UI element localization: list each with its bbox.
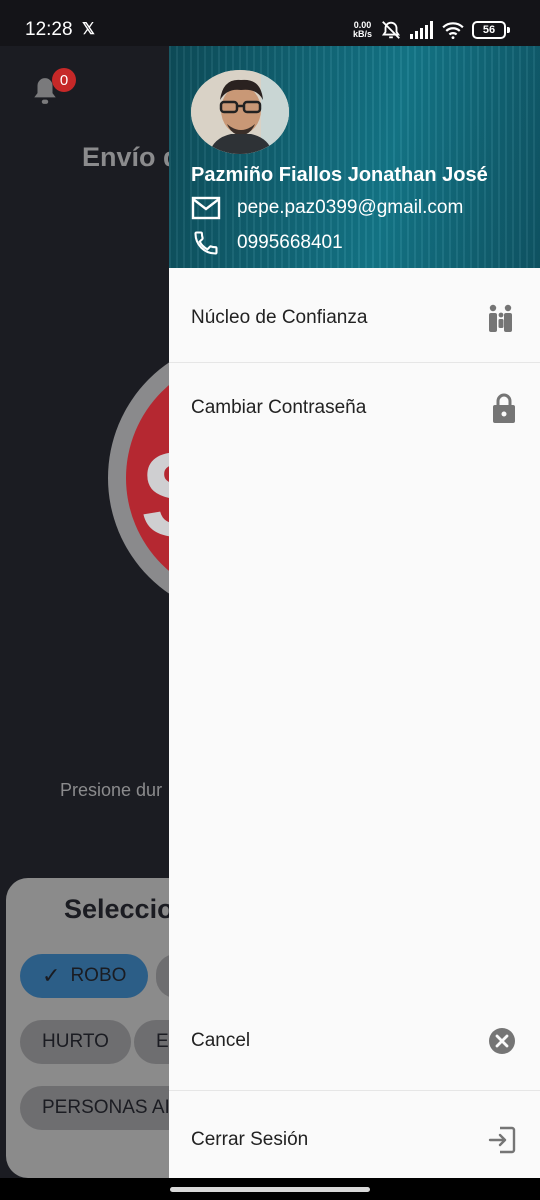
avatar xyxy=(191,70,289,154)
lock-icon xyxy=(493,393,515,423)
user-email: pepe.paz0399@gmail.com xyxy=(237,197,464,218)
battery-icon: 56 xyxy=(472,21,510,39)
email-row: pepe.paz0399@gmail.com xyxy=(191,196,463,220)
phone-row: 0995668401 xyxy=(191,229,343,257)
phone-icon xyxy=(194,231,218,255)
navigation-drawer: Pazmiño Fiallos Jonathan José pepe.paz03… xyxy=(169,0,540,1178)
menu-item-cerrar-sesion[interactable]: Cerrar Sesión xyxy=(169,1094,540,1186)
mail-icon xyxy=(191,196,221,220)
menu-item-nucleo-confianza[interactable]: Núcleo de Confianza xyxy=(169,272,540,364)
signal-icon xyxy=(410,21,433,39)
home-gesture-handle[interactable] xyxy=(170,1187,370,1192)
screen-title: Envío d xyxy=(82,142,180,172)
chip-personas[interactable]: PERSONAS AI xyxy=(20,1086,192,1130)
menu-item-label: Núcleo de Confianza xyxy=(191,307,368,328)
wifi-icon xyxy=(442,22,464,39)
menu-item-cambiar-contrasena[interactable]: Cambiar Contraseña xyxy=(169,362,540,454)
chip-label: E xyxy=(156,1031,169,1052)
speed-unit: kB/s xyxy=(352,29,372,39)
menu-divider xyxy=(169,1090,540,1091)
user-phone: 0995668401 xyxy=(237,232,343,253)
status-bar: 12:28 𝕏 0.00 kB/s 56 xyxy=(0,0,540,46)
incident-card-title: Seleccio xyxy=(64,894,174,924)
network-speed: 0.00 kB/s xyxy=(353,21,372,39)
battery-level: 56 xyxy=(472,21,506,39)
chip-hurto[interactable]: HURTO xyxy=(20,1020,131,1064)
user-name: Pazmiño Fiallos Jonathan José xyxy=(191,164,488,186)
menu-item-label: Cambiar Contraseña xyxy=(191,397,367,418)
menu-item-label: Cerrar Sesión xyxy=(191,1129,309,1150)
navigation-bar xyxy=(0,1178,540,1200)
menu-item-label: Cancel xyxy=(191,1030,251,1051)
logout-icon xyxy=(488,1126,516,1154)
chip-label: ROBO xyxy=(70,965,127,986)
chip-label: PERSONAS AI xyxy=(42,1097,170,1118)
family-icon xyxy=(489,304,512,332)
cancel-icon xyxy=(489,1028,515,1054)
chip-robo[interactable]: ✓ ROBO xyxy=(20,954,149,998)
menu-item-cancel[interactable]: Cancel xyxy=(169,995,540,1087)
notification-badge: 0 xyxy=(52,68,76,92)
status-icons: 0.00 kB/s 56 xyxy=(353,18,510,42)
x-app-icon: 𝕏 xyxy=(82,21,95,38)
chip-label: HURTO xyxy=(42,1031,109,1052)
muted-alarm-icon xyxy=(381,21,401,39)
status-time: 12:28 xyxy=(25,19,73,40)
press-hint: Presione dur xyxy=(60,780,163,800)
check-icon: ✓ xyxy=(42,963,61,988)
